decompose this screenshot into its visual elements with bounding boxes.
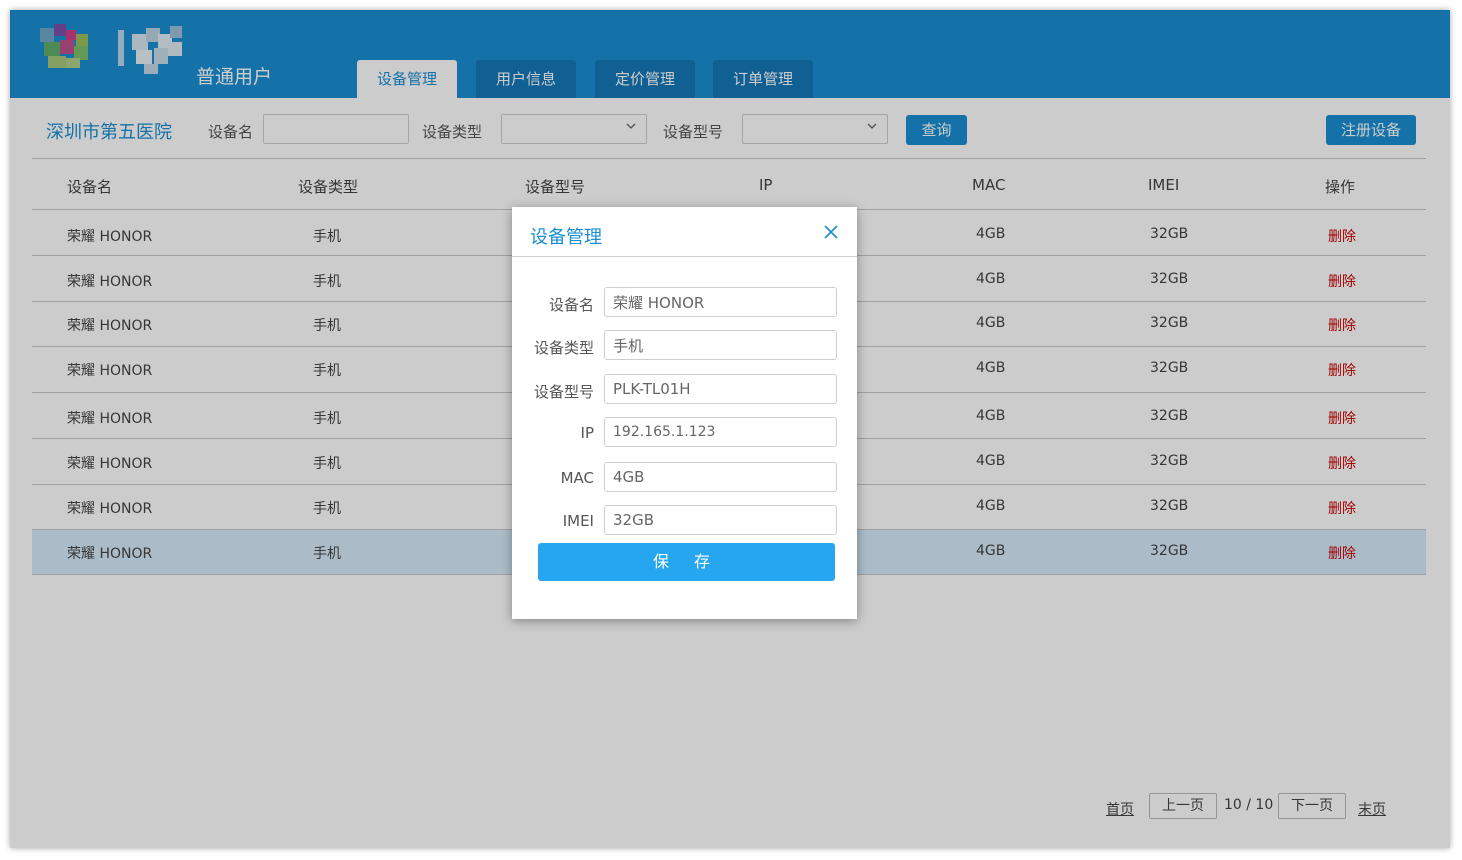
- modal-title: 设备管理: [530, 227, 602, 248]
- app-window: 普通用户 设备管理 用户信息 定价管理 订单管理 深圳市第五医院 设备名 设备类…: [10, 10, 1450, 848]
- modal-divider: [512, 256, 857, 257]
- device-name-field[interactable]: [604, 287, 837, 317]
- field-label-device-name: 设备名: [548, 296, 594, 314]
- field-label-ip: IP: [580, 424, 594, 442]
- field-label-device-model: 设备型号: [533, 383, 594, 401]
- imei-field[interactable]: [604, 505, 837, 535]
- field-label-imei: IMEI: [562, 512, 594, 530]
- field-label-mac: MAC: [560, 469, 594, 487]
- device-model-field[interactable]: [604, 374, 837, 404]
- ip-field[interactable]: [604, 417, 837, 447]
- save-button[interactable]: 保 存: [538, 543, 835, 581]
- device-type-field[interactable]: [604, 330, 837, 360]
- close-icon[interactable]: [822, 223, 840, 241]
- device-edit-modal: 设备管理 设备名 设备类型 设备型号 IP MAC IMEI 保 存: [512, 207, 857, 619]
- field-label-device-type: 设备类型: [533, 339, 594, 357]
- mac-field[interactable]: [604, 462, 837, 492]
